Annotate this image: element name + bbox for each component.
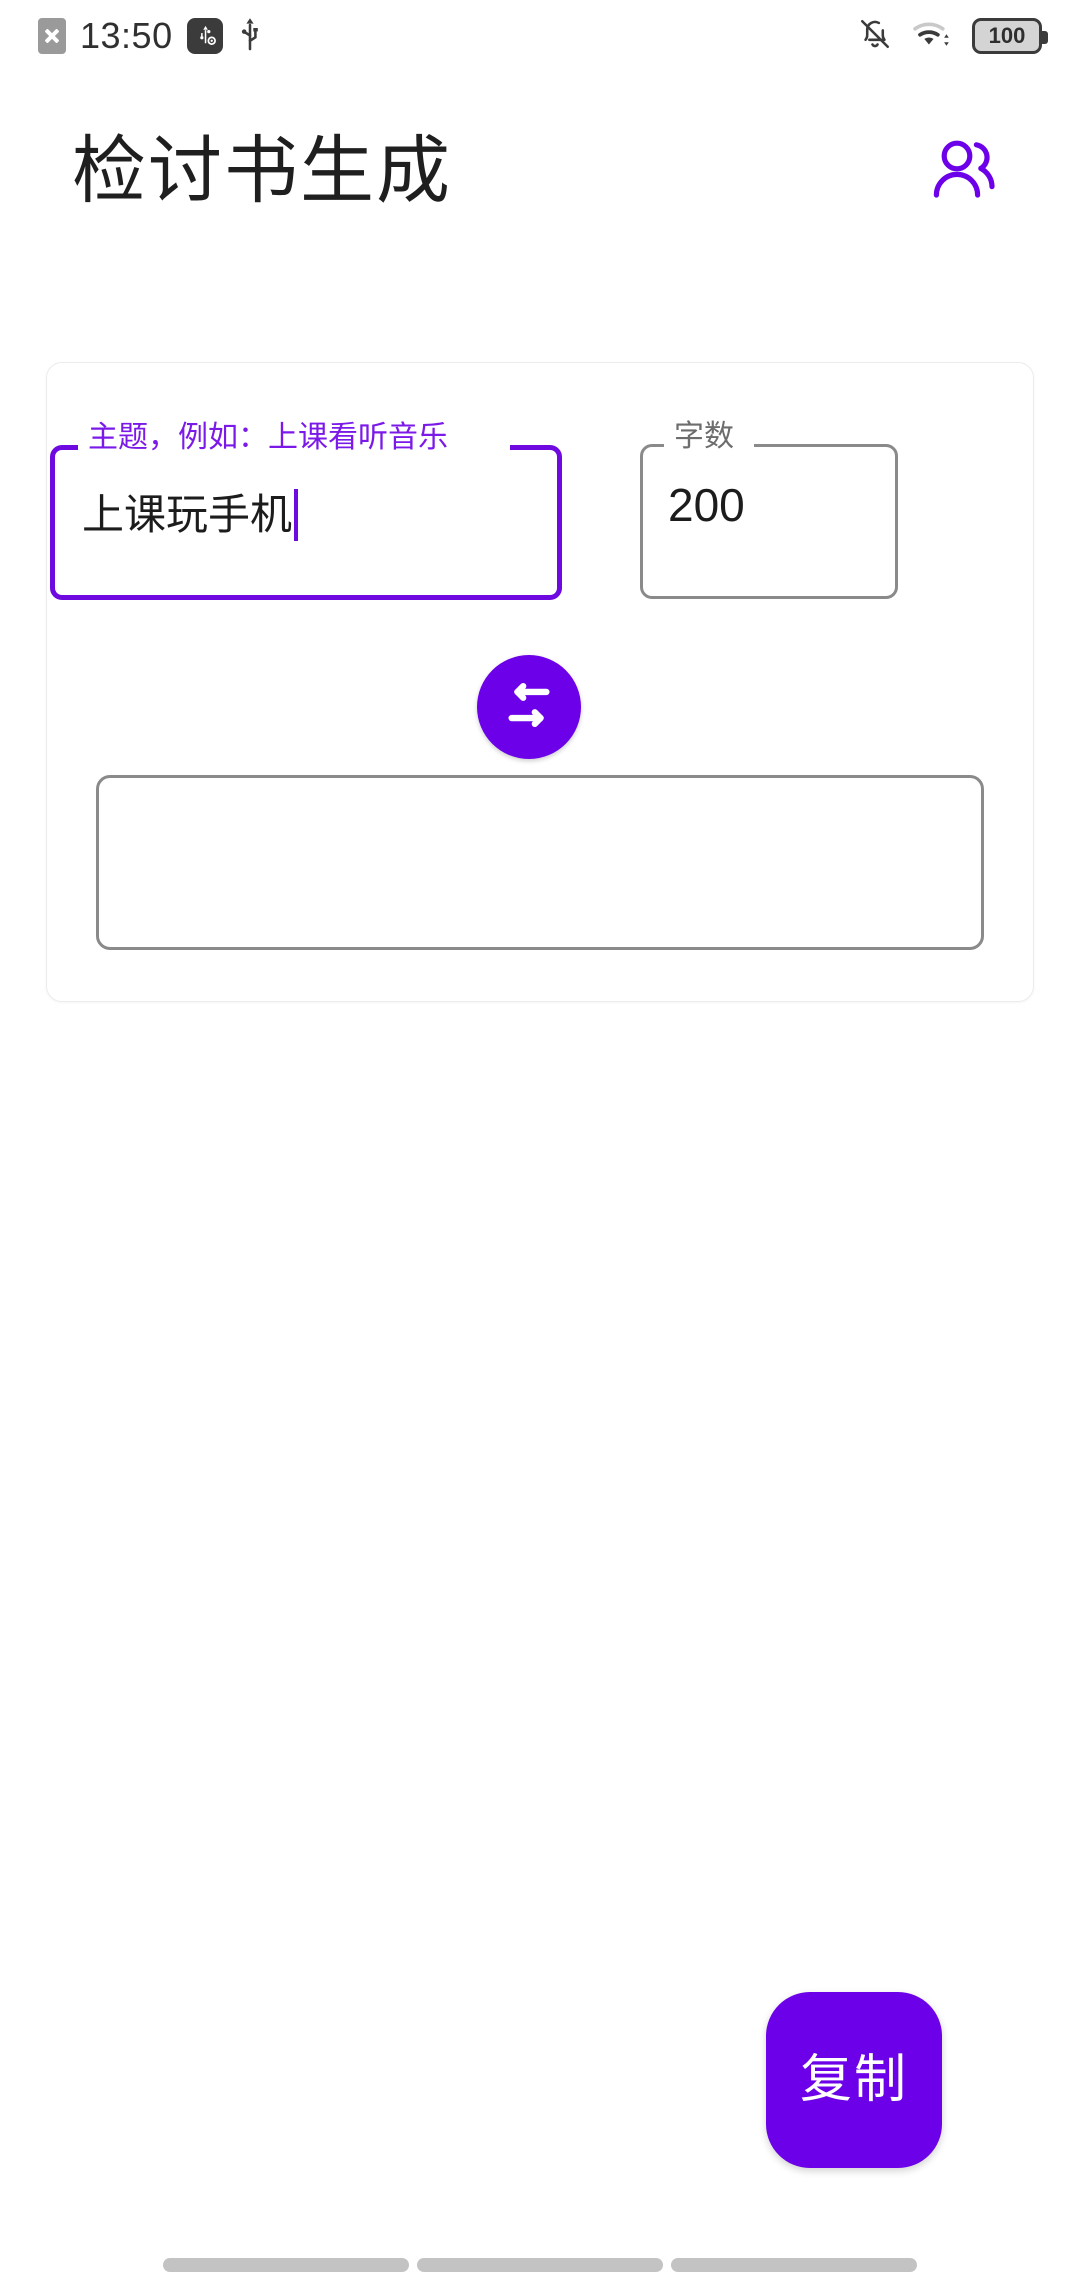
swap-horizontal-icon xyxy=(500,676,558,739)
battery-icon: 100 xyxy=(972,18,1048,54)
topic-field-text: 上课玩手机 xyxy=(82,491,293,538)
nav-recents-pill[interactable] xyxy=(671,2258,917,2272)
users-icon-button[interactable] xyxy=(920,125,1012,217)
output-field[interactable] xyxy=(96,775,984,950)
word-count-field-value: 200 xyxy=(668,479,745,531)
topic-field-value: 上课玩手机 xyxy=(82,489,299,541)
word-count-field[interactable]: 字数 200 xyxy=(640,422,898,599)
usb-debugging-icon xyxy=(186,18,223,54)
swap-button[interactable] xyxy=(477,655,581,759)
status-bar-right: 100 xyxy=(858,16,1048,57)
page-title: 检讨书生成 xyxy=(72,129,452,212)
word-count-field-label: 字数 xyxy=(674,420,734,453)
topic-field[interactable]: 主题，例如：上课看听音乐 上课玩手机 xyxy=(50,423,562,600)
nav-home-pill[interactable] xyxy=(417,2258,663,2272)
status-bar-clock: 13:50 xyxy=(80,15,173,56)
bell-off-icon xyxy=(858,16,892,57)
copy-button[interactable]: 复制 xyxy=(766,1992,942,2168)
topic-field-label: 主题，例如：上课看听音乐 xyxy=(88,421,448,454)
status-bar: 13:50 100 xyxy=(0,0,1080,72)
battery-level-text: 100 xyxy=(988,23,1026,48)
app-bar: 检讨书生成 xyxy=(0,96,1080,246)
text-caret xyxy=(294,489,299,541)
copy-button-label: 复制 xyxy=(799,2051,908,2109)
status-bar-left: 13:50 xyxy=(38,16,263,57)
sim-card-x-icon xyxy=(38,18,66,54)
users-icon xyxy=(928,136,1004,207)
usb-icon xyxy=(237,16,263,57)
nav-back-pill[interactable] xyxy=(163,2258,409,2272)
wifi-icon xyxy=(912,16,952,57)
system-nav-bar xyxy=(0,2230,1080,2280)
